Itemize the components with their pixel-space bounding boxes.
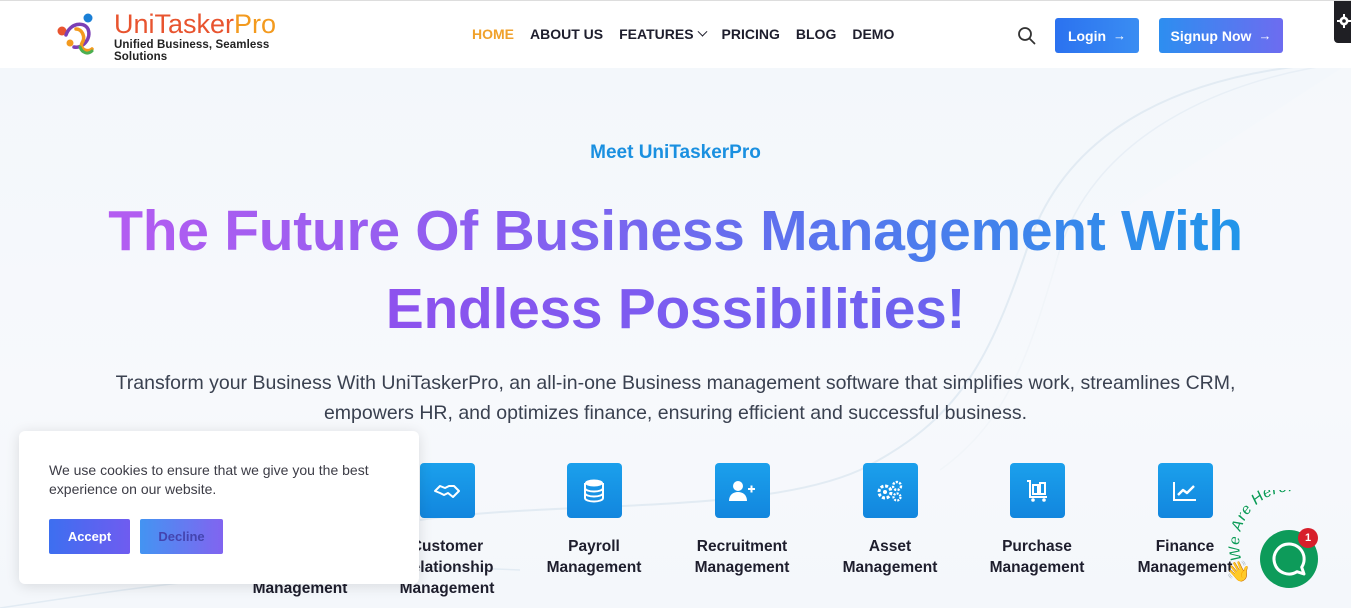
feature-label: Management — [546, 559, 642, 576]
feature-label: Asset — [868, 538, 912, 555]
brand-tagline: Unified Business, Seamless Solutions — [114, 38, 270, 63]
feature-label: Payroll — [568, 538, 620, 555]
nav-blog[interactable]: BLOG — [796, 26, 836, 42]
gears-icon — [862, 463, 918, 518]
page: UniTaskerPro Unified Business, Seamless … — [0, 0, 1351, 608]
feature-asset[interactable]: Asset Management — [815, 463, 965, 578]
nav-home[interactable]: HOME — [472, 26, 514, 42]
arrow-right-icon: → — [1113, 28, 1127, 43]
brand-logo[interactable]: UniTaskerPro Unified Business, Seamless … — [52, 8, 312, 63]
decline-button[interactable]: Decline — [140, 519, 223, 554]
feature-label: Management — [989, 559, 1085, 576]
search-icon[interactable] — [1017, 26, 1037, 46]
hero-subtext: Transform your Business With UniTaskerPr… — [115, 372, 1236, 424]
chat-widget: We Are Here! 👋 1 — [1220, 490, 1351, 608]
feature-label: Purchase — [1002, 538, 1072, 555]
handshake-icon — [419, 463, 475, 518]
notification-badge: 1 — [1298, 528, 1318, 548]
settings-tab[interactable] — [1334, 1, 1351, 43]
nav-pricing[interactable]: PRICING — [722, 26, 780, 42]
nav-demo[interactable]: DEMO — [852, 26, 894, 42]
feature-label: Management — [1137, 559, 1233, 576]
signup-label: Signup Now — [1170, 27, 1252, 44]
chevron-down-icon — [697, 26, 707, 37]
cookie-banner: We use cookies to ensure that we give yo… — [19, 431, 419, 584]
add-user-icon — [714, 463, 770, 518]
nav-features[interactable]: FEATURES — [619, 26, 707, 42]
site-header: UniTaskerPro Unified Business, Seamless … — [0, 0, 1351, 68]
headline-line-1: The Future Of Business Management With — [108, 199, 1243, 263]
main-nav: HOME ABOUT US FEATURES PRICING BLOG DEMO — [472, 26, 910, 42]
arrow-right-icon: → — [1258, 28, 1272, 43]
hero-eyebrow: Meet UniTaskerPro — [590, 142, 761, 163]
accept-button[interactable]: Accept — [49, 519, 130, 554]
cart-icon — [1009, 463, 1065, 518]
chart-line-icon — [1157, 463, 1213, 518]
feature-label: Finance — [1155, 538, 1215, 555]
feature-purchase[interactable]: Purchase Management — [962, 463, 1112, 578]
feature-payroll[interactable]: Payroll Management — [519, 463, 669, 578]
hero-headline: The Future Of Business Management With E… — [60, 192, 1291, 348]
feature-label: Management — [842, 559, 938, 576]
feature-label: Management — [694, 559, 790, 576]
coins-icon — [566, 463, 622, 518]
brand-name: UniTaskerPro — [114, 8, 277, 39]
waving-hand-icon: 👋 — [1226, 560, 1251, 583]
gear-icon — [1337, 14, 1351, 28]
nav-features-label: FEATURES — [619, 26, 694, 42]
cookie-message: We use cookies to ensure that we give yo… — [49, 462, 369, 497]
nav-about-us[interactable]: ABOUT US — [530, 26, 603, 42]
headline-line-2: Endless Possibilities! — [385, 277, 966, 341]
logo-icon — [52, 11, 102, 61]
feature-label: Recruitment — [696, 538, 788, 555]
feature-label: Customer — [410, 538, 484, 555]
feature-recruitment[interactable]: Recruitment Management — [667, 463, 817, 578]
signup-button[interactable]: Signup Now → — [1159, 18, 1283, 53]
login-label: Login — [1067, 27, 1107, 44]
login-button[interactable]: Login → — [1055, 18, 1139, 53]
